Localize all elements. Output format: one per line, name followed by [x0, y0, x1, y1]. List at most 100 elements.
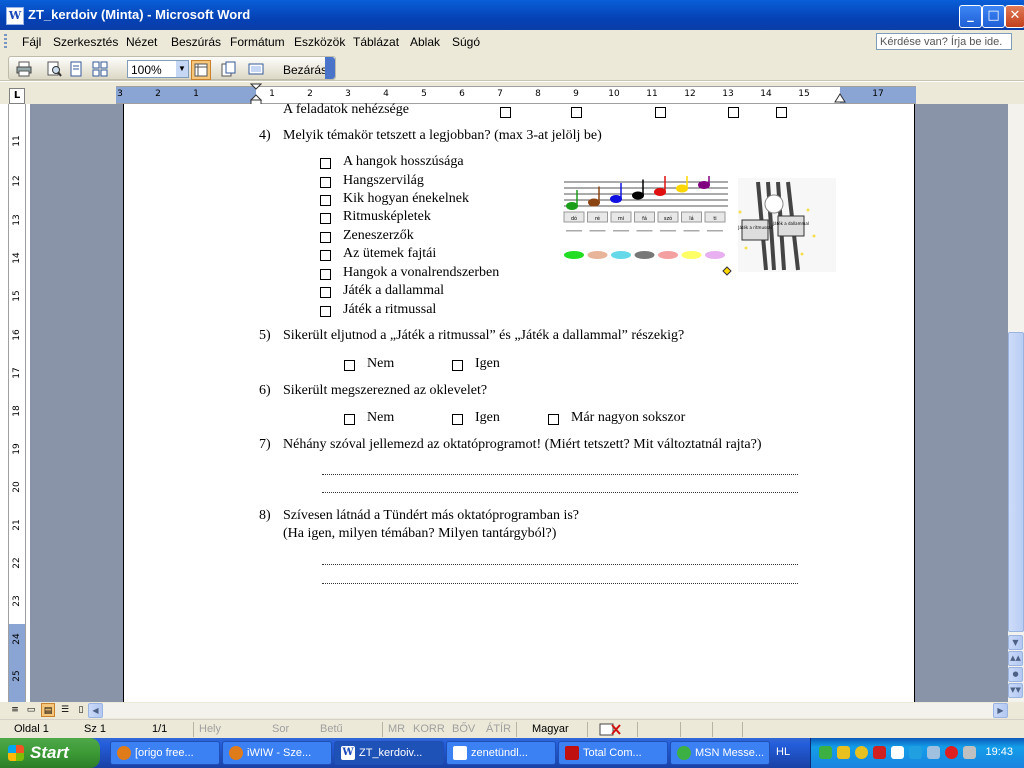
answer-checkbox-yes[interactable]: [452, 360, 463, 371]
input-language-indicator[interactable]: HL: [776, 746, 790, 758]
menu-table[interactable]: Táblázat: [353, 35, 399, 49]
tray-msn-icon[interactable]: [819, 746, 832, 759]
menu-grip[interactable]: [4, 34, 7, 50]
scroll-right-icon[interactable]: ▶: [993, 703, 1008, 718]
document-page[interactable]: A feladatok nehézsége 4) Melyik témakör …: [123, 102, 915, 702]
full-screen-icon[interactable]: [247, 60, 265, 78]
next-page-icon[interactable]: ▼▼: [1008, 683, 1023, 698]
scroll-down-icon[interactable]: ▼: [1008, 635, 1023, 650]
answer-line[interactable]: [322, 492, 798, 493]
answer-line[interactable]: [322, 474, 798, 475]
menu-tools[interactable]: Eszközök: [294, 35, 345, 49]
option-checkbox[interactable]: [320, 306, 331, 317]
status-overtype[interactable]: ÁTÍR: [486, 723, 511, 735]
multiple-pages-icon[interactable]: [91, 60, 109, 78]
tray-speaker-icon[interactable]: [963, 746, 976, 759]
option-checkbox[interactable]: [320, 232, 331, 243]
menu-window[interactable]: Ablak: [410, 35, 440, 49]
tray-network-icon[interactable]: [909, 746, 922, 759]
magnifier-icon[interactable]: [45, 60, 63, 78]
answer-checkbox-no[interactable]: [344, 360, 355, 371]
difficulty-checkbox[interactable]: [571, 107, 582, 118]
sign-melody-board: [777, 215, 805, 237]
minimize-button[interactable]: _: [959, 5, 982, 28]
menu-view[interactable]: Nézet: [126, 35, 157, 49]
music-note: [566, 202, 578, 210]
tray-shield-icon[interactable]: [837, 746, 850, 759]
previous-page-icon[interactable]: ▲▲: [1008, 651, 1023, 666]
right-indent-marker[interactable]: [834, 93, 846, 103]
status-record[interactable]: MR: [388, 723, 405, 735]
option-checkbox[interactable]: [320, 177, 331, 188]
menu-file[interactable]: Fájl: [22, 35, 41, 49]
scrollbar-thumb[interactable]: [1008, 332, 1024, 632]
answer-line[interactable]: [322, 564, 798, 565]
option-label: Játék a ritmussal: [343, 302, 437, 317]
normal-view-icon[interactable]: ≡: [8, 703, 22, 717]
tray-alert-icon[interactable]: [945, 746, 958, 759]
horizontal-scrollbar[interactable]: ◀ ▶: [88, 703, 1008, 718]
difficulty-checkbox[interactable]: [728, 107, 739, 118]
horizontal-ruler[interactable]: 3 2 1 1 2 3 4 5 6 7 8 9 10 11 12 13 14 1…: [116, 83, 916, 107]
task-button[interactable]: MSN Messe...: [670, 741, 770, 765]
option-checkbox[interactable]: [320, 287, 331, 298]
vertical-ruler[interactable]: 11 12 13 14 15 16 17 18 19 20 21 22 23 2…: [8, 104, 26, 708]
help-search-input[interactable]: Kérdése van? Írja be ide.: [876, 33, 1012, 50]
music-illustration-image[interactable]: dó ré mi fá szó lá ti Játék a ritmussal Játék …: [562, 176, 838, 280]
option-checkbox[interactable]: [320, 195, 331, 206]
option-checkbox[interactable]: [320, 213, 331, 224]
zoom-select[interactable]: 100% ▼: [127, 60, 189, 78]
scroll-left-icon[interactable]: ◀: [88, 703, 103, 718]
menu-format[interactable]: Formátum: [230, 35, 285, 49]
outline-view-icon[interactable]: ☰: [58, 703, 72, 717]
ruler-number: 3: [345, 89, 351, 99]
task-button-active[interactable]: W ZT_kerdoiv...: [334, 741, 444, 765]
toolbar-options-chevron[interactable]: [325, 57, 335, 79]
vertical-scrollbar[interactable]: ▼ ▲▲ ● ▼▼: [1008, 104, 1024, 702]
task-button[interactable]: [origo free...: [110, 741, 220, 765]
tray-smiley-icon[interactable]: [855, 746, 868, 759]
one-page-icon[interactable]: [67, 60, 85, 78]
print-layout-icon[interactable]: ▤: [41, 703, 55, 717]
answer-checkbox-no[interactable]: [344, 414, 355, 425]
reading-view-icon[interactable]: ▯: [74, 703, 88, 717]
tray-bluetooth-icon[interactable]: [927, 746, 940, 759]
status-extend[interactable]: BŐV: [452, 723, 475, 735]
option-checkbox[interactable]: [320, 158, 331, 169]
difficulty-checkbox[interactable]: [500, 107, 511, 118]
tray-antivirus-icon[interactable]: [873, 746, 886, 759]
maximize-button[interactable]: □: [982, 5, 1005, 28]
option-checkbox[interactable]: [320, 250, 331, 261]
option-checkbox[interactable]: [320, 269, 331, 280]
view-ruler-icon[interactable]: [191, 60, 211, 80]
tab-selector[interactable]: L: [9, 88, 25, 104]
difficulty-checkbox[interactable]: [776, 107, 787, 118]
tray-app-icon[interactable]: [891, 746, 904, 759]
menu-insert[interactable]: Beszúrás: [171, 35, 221, 49]
menu-edit[interactable]: Szerkesztés: [53, 35, 118, 49]
shrink-to-fit-icon[interactable]: [219, 60, 237, 78]
menu-help[interactable]: Súgó: [452, 35, 480, 49]
task-button[interactable]: zenetündl...: [446, 741, 556, 765]
floppy-icon: [565, 746, 579, 760]
clock[interactable]: 19:43: [985, 746, 1013, 758]
word-app-icon[interactable]: W: [6, 7, 24, 25]
spelling-check-icon[interactable]: [598, 722, 622, 737]
print-icon[interactable]: [15, 60, 33, 78]
status-track-changes[interactable]: KORR: [413, 723, 445, 735]
task-button[interactable]: Total Com...: [558, 741, 668, 765]
answer-checkbox-yes[interactable]: [452, 414, 463, 425]
chevron-down-icon[interactable]: ▼: [176, 61, 188, 77]
difficulty-checkbox[interactable]: [655, 107, 666, 118]
status-language[interactable]: Magyar: [532, 723, 569, 735]
close-preview-button[interactable]: Bezárás: [283, 63, 327, 77]
word-icon: W: [341, 746, 355, 760]
answer-checkbox-many[interactable]: [548, 414, 559, 425]
web-view-icon[interactable]: ▭: [24, 703, 38, 717]
start-button[interactable]: Start: [0, 738, 100, 768]
music-note: [610, 195, 622, 203]
task-button[interactable]: iWIW - Sze...: [222, 741, 332, 765]
answer-line[interactable]: [322, 583, 798, 584]
close-button[interactable]: ✕: [1005, 5, 1024, 28]
browse-object-icon[interactable]: ●: [1008, 667, 1023, 682]
